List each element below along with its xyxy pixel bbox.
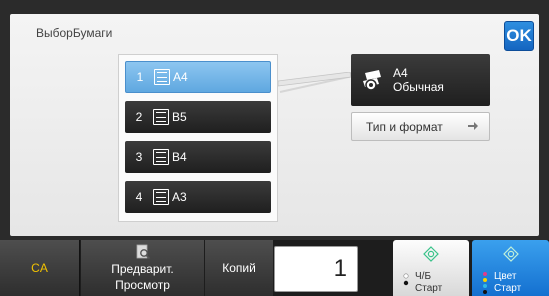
tray-number: 1 <box>136 70 144 84</box>
tray-number: 4 <box>135 190 143 204</box>
start-diamond-icon <box>423 246 439 262</box>
paper-select-panel: ВыборБумаги OK 1 A4 2 B5 3 B4 4 A3 A4 Об… <box>10 14 539 236</box>
ok-button[interactable]: OK <box>504 21 534 51</box>
preview-icon <box>136 244 150 260</box>
tray-paper-size: B4 <box>172 150 187 164</box>
tray-paper-size: A3 <box>172 190 187 204</box>
tray-4-button[interactable]: 4 A3 <box>125 181 271 213</box>
paper-feed-icon <box>363 70 381 91</box>
tray-3-button[interactable]: 3 B4 <box>125 141 271 173</box>
ca-button[interactable]: CA <box>0 240 80 296</box>
paper-size-value: A4 <box>393 66 408 80</box>
paper-type-value: Обычная <box>393 80 444 94</box>
start-diamond-icon <box>502 246 519 262</box>
preview-label-line2: Просмотр <box>115 278 170 292</box>
paper-tray-icon <box>154 69 170 85</box>
paper-tray-icon <box>153 189 169 205</box>
tray-connector-line <box>278 72 354 93</box>
page-title: ВыборБумаги <box>36 26 113 40</box>
color-start-line2: Старт <box>494 283 522 294</box>
paper-info-button[interactable]: A4 Обычная <box>351 54 490 106</box>
cmyk-dots-icon <box>483 272 487 294</box>
tray-paper-size: A4 <box>173 70 188 84</box>
tray-1-button[interactable]: 1 A4 <box>125 61 271 93</box>
tray-paper-size: B5 <box>172 110 187 124</box>
preview-label-line1: Предварит. <box>111 262 174 276</box>
bw-start-line2: Старт <box>415 283 443 294</box>
bw-start-button[interactable]: Ч/Б Старт <box>393 240 469 296</box>
bw-start-line1: Ч/Б <box>415 271 432 282</box>
color-start-line1: Цвет <box>494 271 517 282</box>
copies-input[interactable]: 1 <box>274 246 358 292</box>
bottom-toolbar: CA Предварит. Просмотр Копий 1 Ч/Б Старт <box>0 240 549 296</box>
tray-number: 2 <box>135 110 143 124</box>
arrow-right-icon <box>468 122 478 130</box>
type-and-format-button[interactable]: Тип и формат <box>351 112 490 141</box>
tray-2-button[interactable]: 2 B5 <box>125 101 271 133</box>
color-start-button[interactable]: Цвет Старт <box>472 240 549 296</box>
tray-number: 3 <box>135 150 143 164</box>
tray-list: 1 A4 2 B5 3 B4 4 A3 <box>118 54 278 222</box>
type-and-format-label: Тип и формат <box>366 119 443 134</box>
preview-button[interactable]: Предварит. Просмотр <box>81 240 204 296</box>
copies-label: Копий <box>205 240 273 296</box>
paper-tray-icon <box>153 149 169 165</box>
bw-dots-icon <box>403 273 409 286</box>
paper-tray-icon <box>153 109 169 125</box>
